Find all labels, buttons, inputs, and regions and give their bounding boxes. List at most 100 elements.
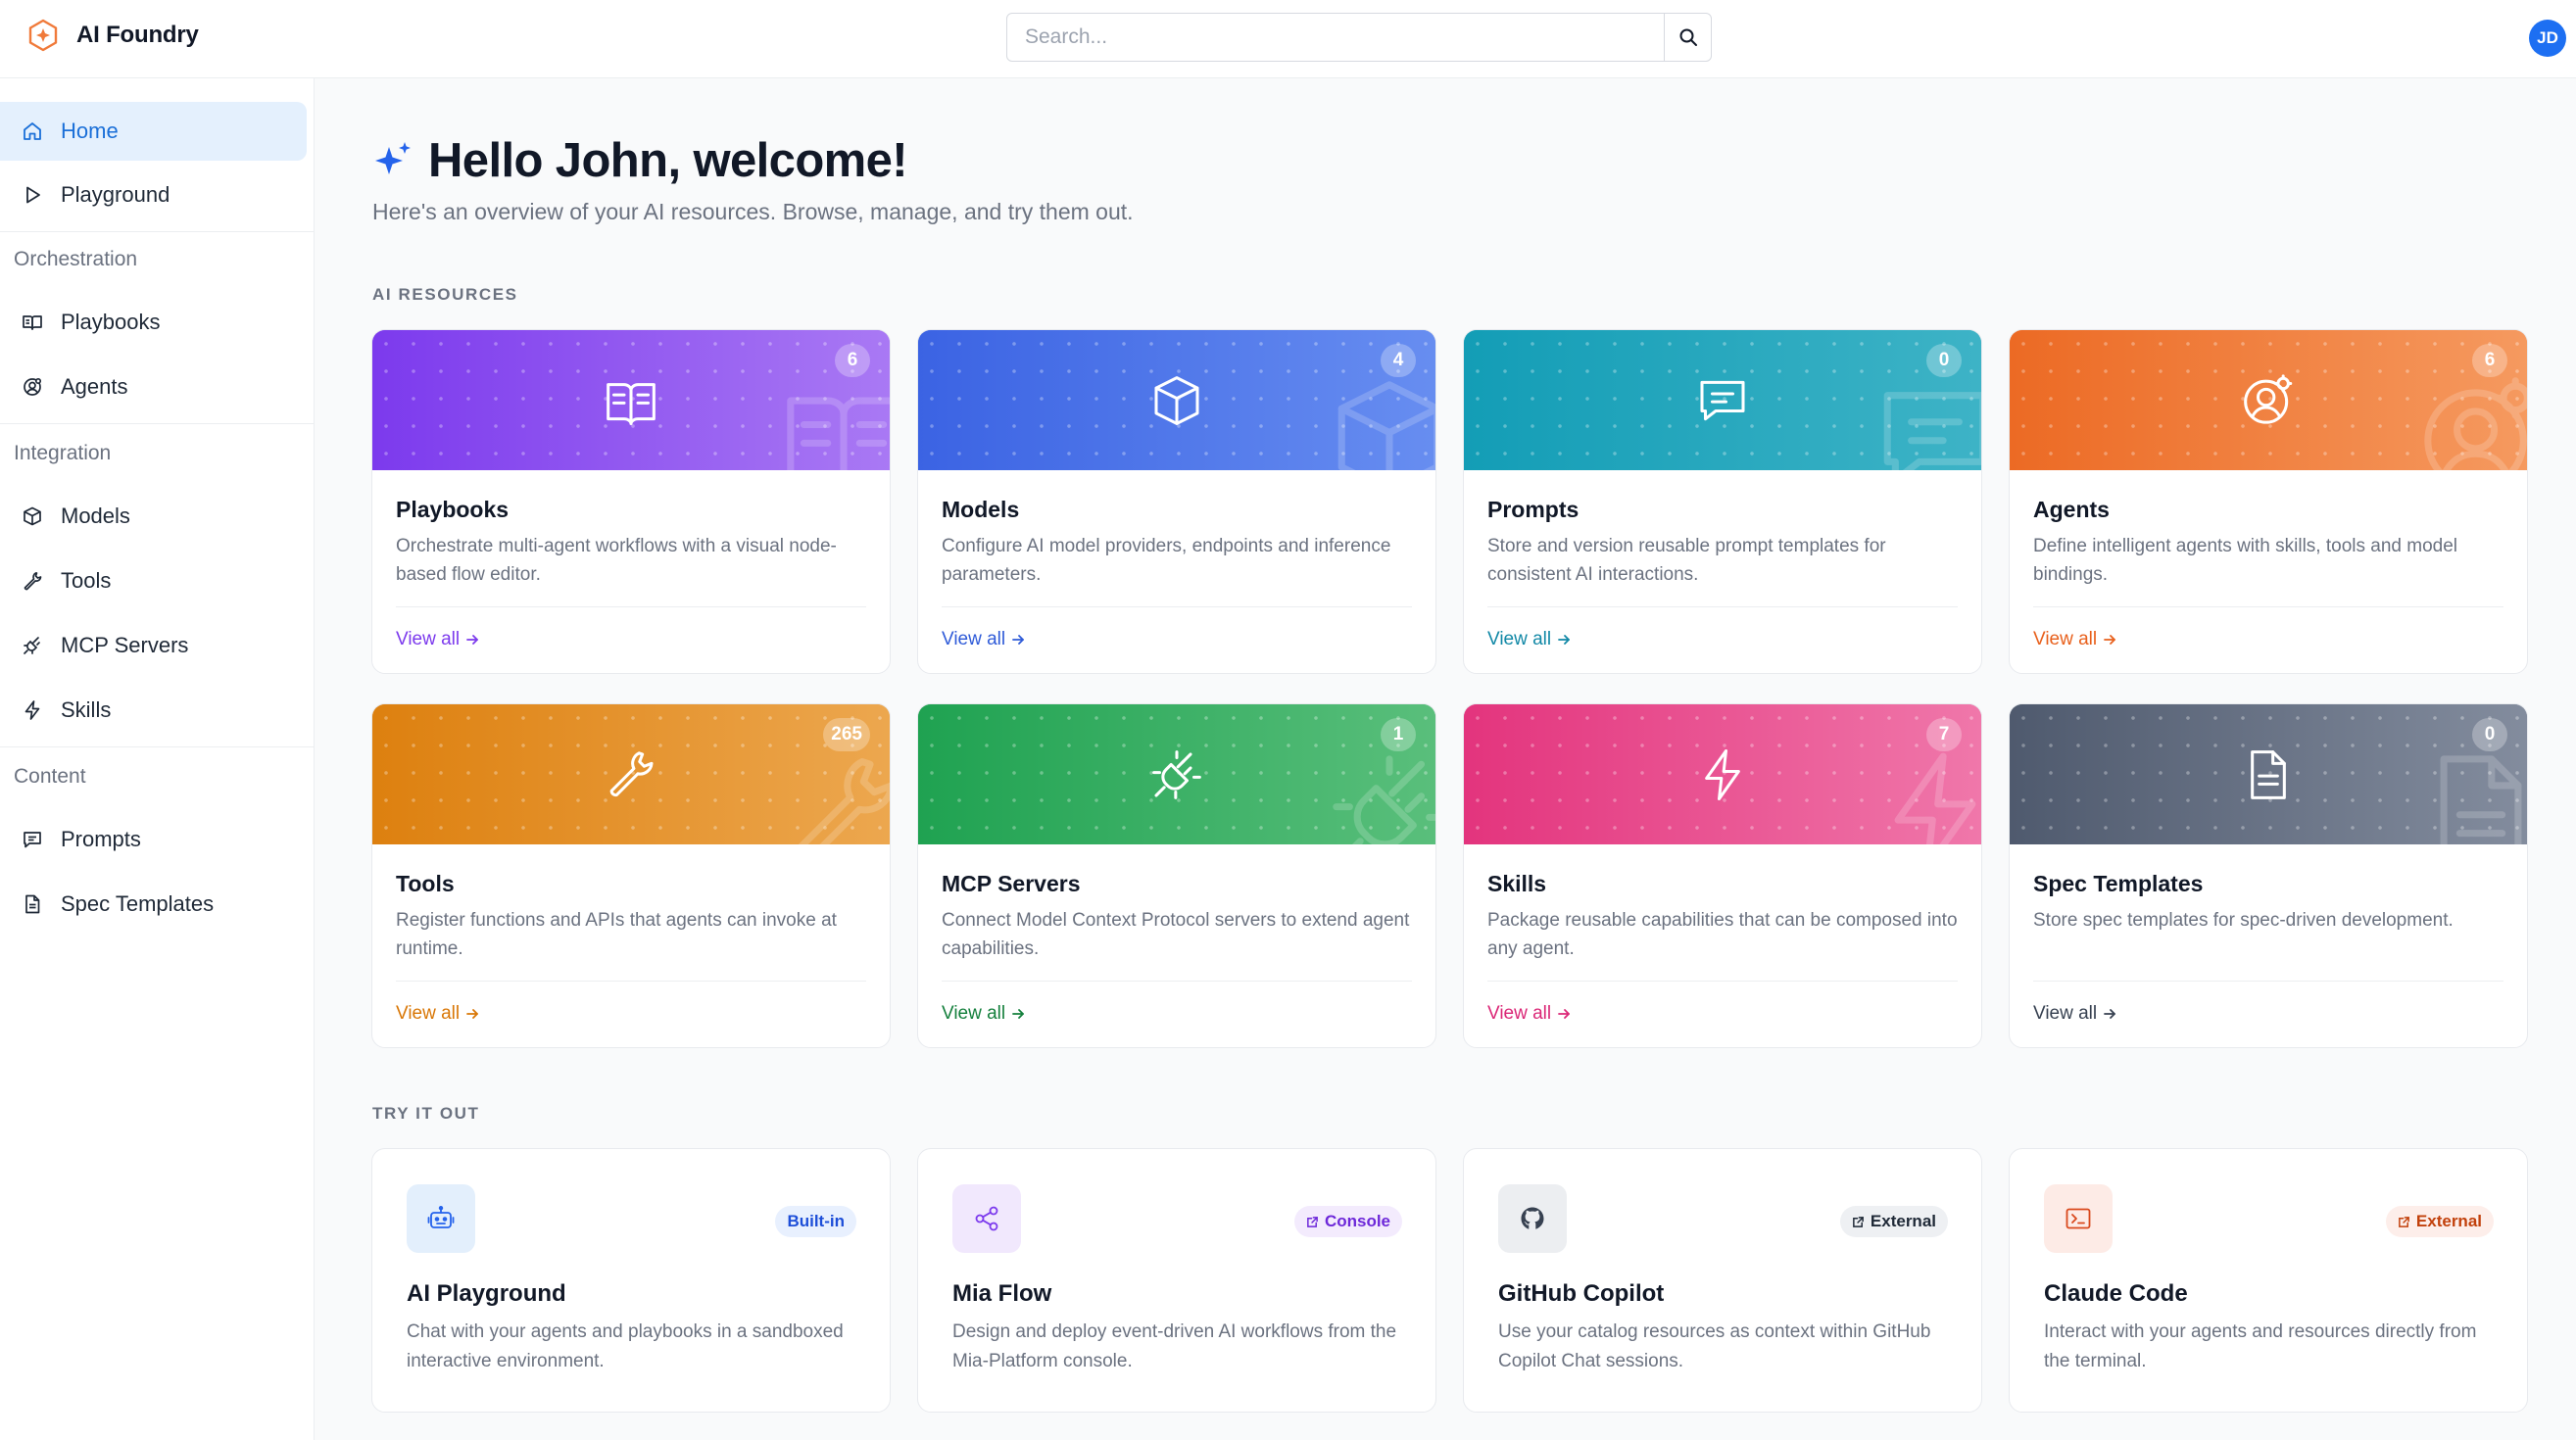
tryout-description: Design and deploy event-driven AI workfl… (952, 1321, 1397, 1371)
resource-title: Agents (2033, 497, 2110, 522)
resource-card-playbooks[interactable]: 6 Playbooks Orchestrate multi-agent workfl… (371, 329, 891, 674)
sidebar-item-label: Tools (61, 568, 112, 593)
book-icon (607, 382, 656, 425)
resource-card-agents[interactable]: 6 Agents Define intelligent agents with sk… (2009, 329, 2528, 674)
sidebar-divider (0, 423, 315, 424)
view-all-link[interactable]: View all (1487, 629, 1571, 650)
tryout-badge: External (2385, 1206, 2494, 1237)
view-all-label: View all (2033, 1003, 2098, 1024)
arrow-right-icon (2104, 1009, 2116, 1019)
arrow-right-icon (2104, 635, 2116, 645)
resource-description: Connect Model Context Protocol servers t… (942, 910, 1410, 959)
document-icon (2440, 755, 2522, 869)
sidebar-item-models[interactable]: Models (0, 487, 307, 546)
resource-card-prompts[interactable]: 0 Prompts Store and version reusable promp… (1463, 329, 1982, 674)
resource-count-badge: 0 (2472, 718, 2507, 751)
card-banner: 0 (1464, 330, 1981, 484)
tryout-title: Mia Flow (952, 1280, 1052, 1307)
resource-card-spec-templates[interactable]: 0 Spec Templates Store spec templates for … (2009, 703, 2528, 1048)
wrench-icon (795, 758, 890, 863)
sidebar-item-spec-templates[interactable]: Spec Templates (0, 875, 307, 934)
robot-icon (427, 1205, 455, 1228)
chat-icon (24, 832, 41, 848)
view-all-link[interactable]: View all (2033, 629, 2116, 650)
view-all-link[interactable]: View all (942, 1003, 1025, 1025)
arrow-right-icon (1012, 635, 1025, 645)
tryout-icon-tile (407, 1184, 475, 1253)
card-banner: 265 (372, 704, 890, 863)
resource-card-tools[interactable]: 265 Tools Register functions and APIs that… (371, 703, 891, 1048)
tryout-card-claude-code[interactable]: External Claude Code Interact with your ag… (2009, 1148, 2528, 1413)
resource-card-skills[interactable]: 7 Skills Package reusable capabilities tha… (1463, 703, 1982, 1048)
tryout-card-github-copilot[interactable]: External GitHub Copilot Use your catalog r… (1463, 1148, 1982, 1413)
sidebar-item-playbooks[interactable]: Playbooks (0, 293, 307, 352)
tryout-card-ai-playground[interactable]: Built-in AI Playground Chat with your agen… (371, 1148, 891, 1413)
sidebar-item-prompts[interactable]: Prompts (0, 810, 307, 869)
sidebar-item-label: Agents (61, 374, 128, 399)
external-link-icon (2399, 1216, 2409, 1227)
tryout-description: Interact with your agents and resources … (2044, 1321, 2477, 1371)
resource-description: Define intelligent agents with skills, t… (2033, 536, 2458, 585)
wrench-icon (609, 750, 654, 796)
resource-title: MCP Servers (942, 871, 1081, 896)
sidebar-section-content: Content (14, 765, 86, 788)
card-banner: 7 (1464, 704, 1981, 872)
play-icon (26, 186, 40, 204)
plug-icon (1333, 755, 1435, 869)
search-box (1006, 13, 1712, 62)
chat-icon (1883, 392, 1981, 484)
terminal-icon (2066, 1208, 2091, 1229)
sidebar-item-mcp-servers[interactable]: MCP Servers (0, 616, 307, 675)
sidebar-item-skills[interactable]: Skills (0, 681, 307, 740)
view-all-link[interactable]: View all (2033, 1003, 2116, 1025)
tryout-title: GitHub Copilot (1498, 1280, 1665, 1307)
tryout-title: Claude Code (2044, 1280, 2188, 1307)
sidebar-item-label: Spec Templates (61, 891, 215, 916)
book-icon (23, 315, 42, 330)
cube-icon (24, 506, 41, 526)
sidebar-divider (0, 231, 315, 232)
resource-title: Spec Templates (2033, 871, 2204, 896)
sparkle-icon (375, 142, 411, 174)
greeting: Hello John, welcome! (371, 133, 908, 188)
tryout-badge-label: Console (1324, 1212, 1390, 1230)
tryout-badge: External (1839, 1206, 1948, 1237)
resource-title: Prompts (1487, 497, 1580, 522)
tryout-badge: Console (1293, 1206, 1402, 1237)
brand-name: AI Foundry (76, 22, 199, 48)
main-content: Hello John, welcome! Here's an overview … (315, 78, 2576, 1440)
sidebar-item-home[interactable]: Home (0, 102, 307, 161)
bolt-icon (1705, 748, 1740, 800)
book-icon (787, 397, 890, 495)
card-banner: 6 (2010, 330, 2527, 492)
resource-title: Models (942, 497, 1020, 522)
view-all-link[interactable]: View all (396, 1003, 479, 1025)
resource-description: Store and version reusable prompt templa… (1487, 536, 1886, 585)
plug-icon (1152, 749, 1201, 799)
page-subtitle: Here's an overview of your AI resources.… (372, 199, 1134, 224)
user-avatar[interactable]: JD (2529, 20, 2566, 57)
resource-card-mcp-servers[interactable]: 1 MCP Servers Connect Model Context Protoc… (917, 703, 1436, 1048)
sidebar-item-label: Models (61, 504, 130, 528)
view-all-link[interactable]: View all (942, 629, 1025, 650)
sidebar-item-tools[interactable]: Tools (0, 552, 307, 610)
card-banner: 6 (372, 330, 890, 495)
brand[interactable]: AI Foundry (25, 18, 199, 53)
tryout-icon-tile (1498, 1184, 1567, 1253)
sidebar-item-playground[interactable]: Playground (0, 166, 307, 224)
resource-card-models[interactable]: 4 Models Configure AI model providers, end… (917, 329, 1436, 674)
search-button[interactable] (1664, 14, 1711, 61)
resource-count-badge: 4 (1381, 344, 1416, 377)
view-all-label: View all (396, 1003, 461, 1024)
resource-description: Package reusable capabilities that can b… (1487, 910, 1958, 959)
brand-logo-icon (28, 19, 58, 52)
resource-count-badge: 6 (2472, 344, 2507, 377)
search-input[interactable] (1007, 14, 1664, 61)
sidebar-item-label: Prompts (61, 827, 141, 851)
view-all-link[interactable]: View all (1487, 1003, 1571, 1025)
search-icon (1679, 28, 1697, 46)
sidebar-item-agents[interactable]: Agents (0, 358, 307, 416)
resource-count-badge: 7 (1926, 718, 1962, 751)
tryout-card-mia-flow[interactable]: Console Mia Flow Design and deploy event-d… (917, 1148, 1436, 1413)
view-all-link[interactable]: View all (396, 629, 479, 650)
